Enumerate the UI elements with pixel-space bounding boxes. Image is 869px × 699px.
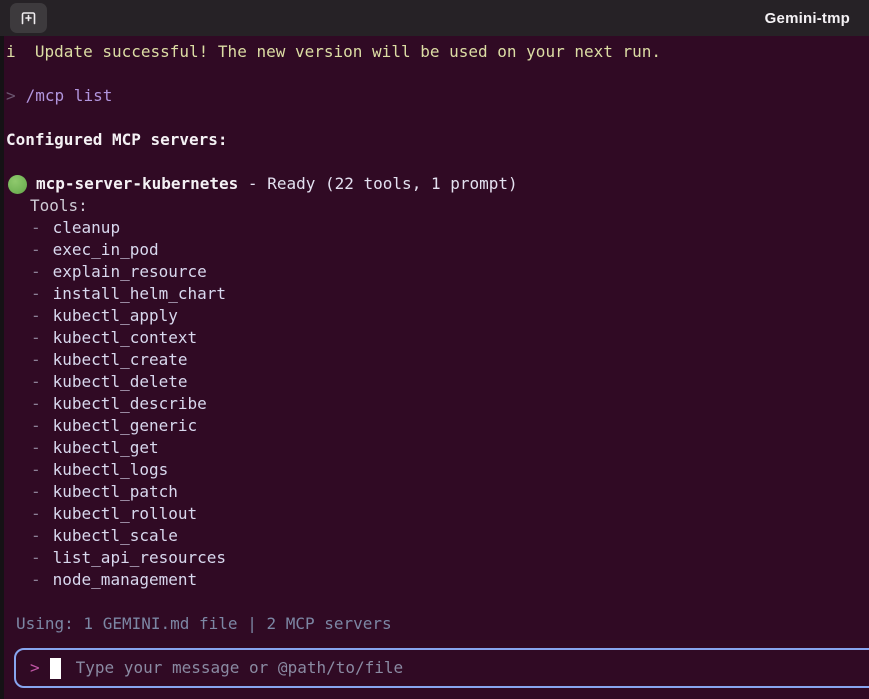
tool-list-item: -kubectl_get <box>6 437 869 459</box>
tool-list-item: -kubectl_create <box>6 349 869 371</box>
tool-bullet: - <box>31 548 41 567</box>
tool-name: kubectl_context <box>53 328 198 347</box>
new-tab-icon <box>20 10 37 26</box>
tool-name: kubectl_rollout <box>53 504 198 523</box>
tool-bullet: - <box>31 284 41 303</box>
terminal-window: Gemini-tmp i Update successful! The new … <box>0 0 869 699</box>
text-cursor <box>50 658 61 679</box>
tool-list-item: -kubectl_rollout <box>6 503 869 525</box>
tools-list: -cleanup-exec_in_pod-explain_resource-in… <box>6 217 869 591</box>
tool-name: kubectl_apply <box>53 306 178 325</box>
tool-list-item: -node_management <box>6 569 869 591</box>
tool-bullet: - <box>31 526 41 545</box>
new-tab-button[interactable] <box>10 3 47 33</box>
tool-name: kubectl_get <box>53 438 159 457</box>
tool-list-item: -explain_resource <box>6 261 869 283</box>
tool-name: kubectl_describe <box>53 394 207 413</box>
tool-name: kubectl_scale <box>53 526 178 545</box>
command-text: /mcp list <box>26 86 113 105</box>
tool-list-item: -kubectl_describe <box>6 393 869 415</box>
tool-bullet: - <box>31 218 41 237</box>
tools-label: Tools: <box>6 195 869 217</box>
tool-name: node_management <box>53 570 198 589</box>
blank-line <box>6 107 869 129</box>
tool-name: list_api_resources <box>53 548 226 567</box>
tool-name: exec_in_pod <box>53 240 159 259</box>
input-placeholder: Type your message or @path/to/file <box>76 657 404 679</box>
tool-bullet: - <box>31 570 41 589</box>
window-title: Gemini-tmp <box>47 10 850 27</box>
window-edge <box>0 36 4 699</box>
tool-bullet: - <box>31 262 41 281</box>
command-line: > /mcp list <box>6 85 869 107</box>
tool-bullet: - <box>31 350 41 369</box>
update-notice: i Update successful! The new version wil… <box>6 41 869 63</box>
tool-bullet: - <box>31 240 41 259</box>
tool-bullet: - <box>31 306 41 325</box>
tool-list-item: -kubectl_logs <box>6 459 869 481</box>
tool-name: cleanup <box>53 218 120 237</box>
server-ready-status-icon <box>8 175 27 194</box>
tool-name: kubectl_generic <box>53 416 198 435</box>
tool-name: install_helm_chart <box>53 284 226 303</box>
tool-bullet: - <box>31 372 41 391</box>
tool-bullet: - <box>31 394 41 413</box>
tool-list-item: -kubectl_context <box>6 327 869 349</box>
blank-line <box>6 63 869 85</box>
tool-list-item: -cleanup <box>6 217 869 239</box>
blank-line <box>6 591 869 613</box>
server-name: mcp-server-kubernetes <box>36 173 238 195</box>
tool-name: kubectl_logs <box>53 460 169 479</box>
tool-bullet: - <box>31 482 41 501</box>
server-status-line: mcp-server-kubernetes - Ready (22 tools,… <box>6 173 869 195</box>
tool-name: kubectl_create <box>53 350 188 369</box>
tool-bullet: - <box>31 328 41 347</box>
tool-name: kubectl_patch <box>53 482 178 501</box>
message-input-box[interactable]: > Type your message or @path/to/file <box>14 648 869 688</box>
tool-list-item: -kubectl_patch <box>6 481 869 503</box>
tool-list-item: -kubectl_generic <box>6 415 869 437</box>
tool-list-item: -install_helm_chart <box>6 283 869 305</box>
server-status-text: - Ready (22 tools, 1 prompt) <box>238 173 517 195</box>
tool-list-item: -kubectl_delete <box>6 371 869 393</box>
terminal-screen[interactable]: i Update successful! The new version wil… <box>0 36 869 699</box>
tool-bullet: - <box>31 416 41 435</box>
input-prompt-symbol: > <box>30 657 40 679</box>
tool-name: kubectl_delete <box>53 372 188 391</box>
prompt-symbol: > <box>6 86 16 105</box>
tool-list-item: -list_api_resources <box>6 547 869 569</box>
tool-list-item: -kubectl_apply <box>6 305 869 327</box>
blank-line <box>6 151 869 173</box>
tool-list-item: -kubectl_scale <box>6 525 869 547</box>
tool-name: explain_resource <box>53 262 207 281</box>
context-summary: Using: 1 GEMINI.md file | 2 MCP servers <box>6 613 869 635</box>
tool-bullet: - <box>31 504 41 523</box>
tool-bullet: - <box>31 460 41 479</box>
servers-heading: Configured MCP servers: <box>6 129 869 151</box>
titlebar: Gemini-tmp <box>0 0 869 36</box>
tool-bullet: - <box>31 438 41 457</box>
tool-list-item: -exec_in_pod <box>6 239 869 261</box>
